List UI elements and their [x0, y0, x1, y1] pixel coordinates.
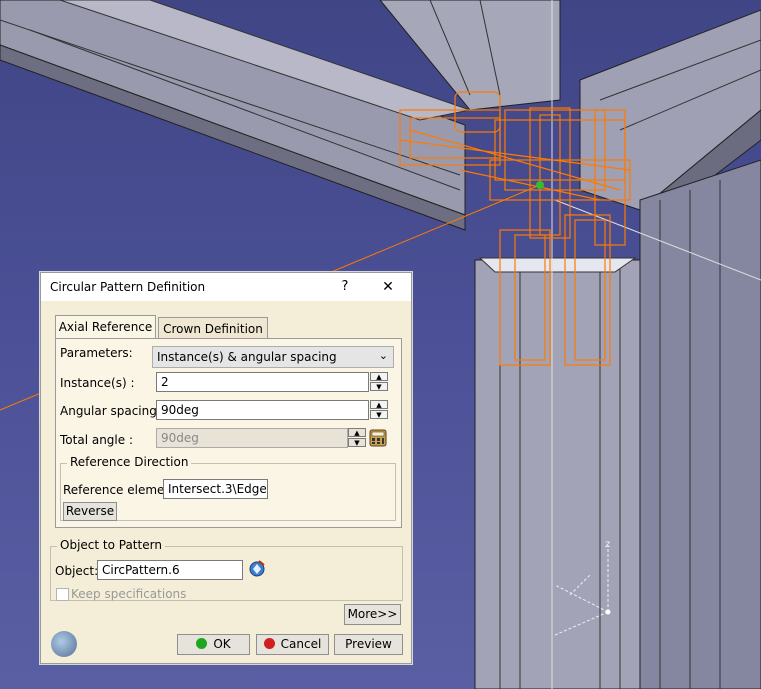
ok-label: OK — [213, 637, 231, 651]
tab-crown-definition[interactable]: Crown Definition — [158, 317, 268, 339]
total-angle-spinner: ▲ ▼ — [348, 428, 366, 448]
parameters-label: Parameters: — [60, 346, 133, 360]
spin-down-icon: ▼ — [348, 438, 366, 447]
more-button[interactable]: More>> — [344, 604, 401, 625]
instances-spinner[interactable]: ▲ ▼ — [370, 372, 388, 392]
spin-up-icon: ▲ — [348, 428, 366, 437]
total-angle-input: 90deg — [156, 428, 348, 448]
instances-label: Instance(s) : — [60, 376, 135, 390]
parameters-value: Instance(s) & angular spacing — [157, 350, 337, 364]
keep-specifications-checkbox[interactable] — [56, 588, 69, 601]
calculator-icon[interactable] — [368, 427, 390, 449]
select-object-icon[interactable] — [247, 559, 267, 579]
dialog-titlebar[interactable]: Circular Pattern Definition ? ✕ — [41, 273, 411, 301]
circular-pattern-dialog: Circular Pattern Definition ? ✕ Axial Re… — [40, 272, 412, 664]
reference-direction-legend: Reference Direction — [67, 455, 192, 469]
cancel-button[interactable]: Cancel — [256, 634, 329, 655]
dialog-title: Circular Pattern Definition — [50, 280, 206, 294]
angular-spacing-spinner[interactable]: ▲ ▼ — [370, 400, 388, 420]
keep-specifications-label: Keep specifications — [71, 587, 187, 601]
chevron-down-icon: ⌄ — [378, 349, 388, 362]
spin-up-icon[interactable]: ▲ — [370, 372, 388, 381]
cancel-icon — [263, 638, 275, 649]
reverse-button[interactable]: Reverse — [63, 502, 117, 521]
parameters-dropdown[interactable]: Instance(s) & angular spacing ⌄ — [152, 346, 394, 368]
ok-button[interactable]: OK — [177, 634, 250, 655]
close-button[interactable]: ✕ — [375, 276, 401, 298]
ok-icon — [196, 638, 208, 649]
tab-panel: Parameters: Instance(s) & angular spacin… — [55, 338, 402, 528]
angular-spacing-input[interactable]: 90deg — [156, 400, 369, 420]
globe-logo-icon — [51, 631, 77, 657]
spin-down-icon[interactable]: ▼ — [370, 410, 388, 419]
total-angle-label: Total angle : — [60, 433, 133, 447]
object-to-pattern-legend: Object to Pattern — [57, 538, 165, 552]
object-to-pattern-group: Object to Pattern Object: CircPattern.6 … — [50, 538, 403, 601]
angular-spacing-label: Angular spacing : — [60, 404, 165, 418]
cancel-label: Cancel — [280, 637, 322, 651]
instances-input[interactable]: 2 — [156, 372, 369, 392]
preview-button[interactable]: Preview — [334, 634, 403, 655]
object-label: Object: — [55, 564, 99, 578]
reference-direction-group: Reference Direction Reference element: I… — [60, 455, 396, 521]
spin-up-icon[interactable]: ▲ — [370, 400, 388, 409]
tab-axial-reference[interactable]: Axial Reference — [55, 315, 156, 340]
help-button[interactable]: ? — [335, 276, 355, 298]
object-field[interactable]: CircPattern.6 — [97, 560, 243, 580]
svg-text:z: z — [605, 539, 610, 550]
spin-down-icon[interactable]: ▼ — [370, 382, 388, 391]
reference-element-field[interactable]: Intersect.3\Edge.48 — [163, 479, 268, 499]
